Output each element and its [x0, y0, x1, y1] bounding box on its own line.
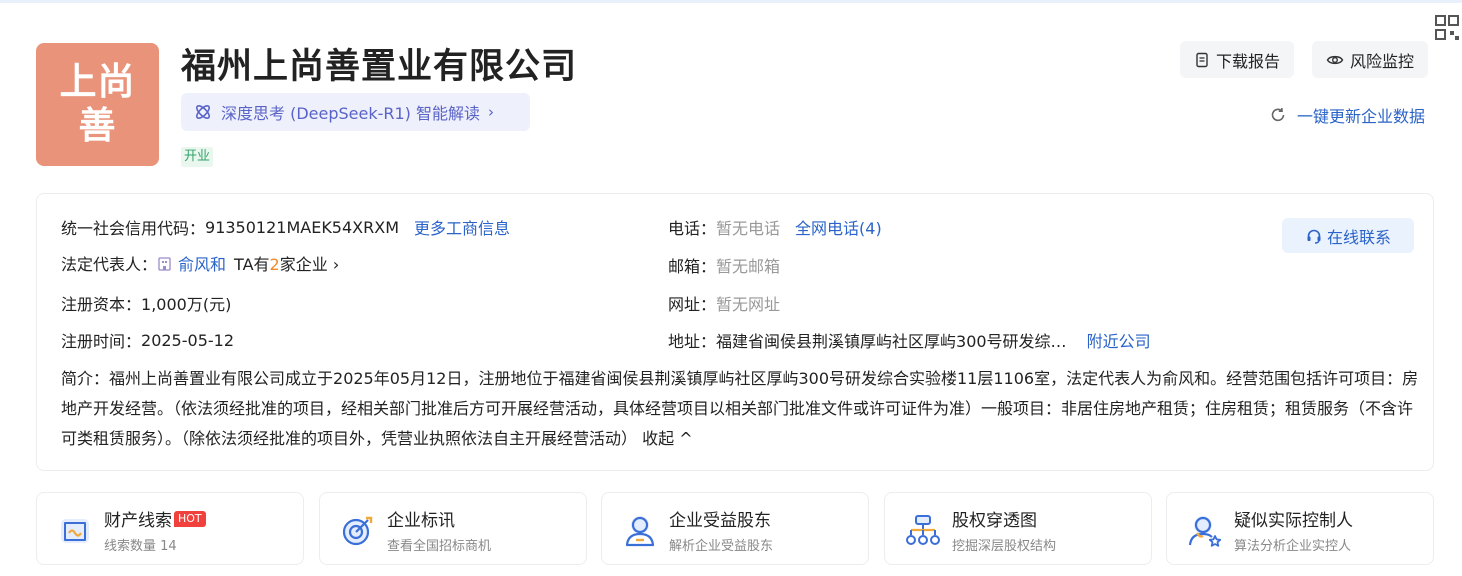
org-chart-icon — [906, 515, 940, 545]
legal-rep-row: 法定代表人： 俞风和 TA有2家企业 › — [61, 251, 339, 275]
online-contact-button[interactable]: 在线联系 — [1282, 218, 1414, 253]
phone-label: 电话： — [668, 219, 717, 238]
wallet-icon — [61, 519, 89, 543]
feature-card-beneficial-owners[interactable]: 企业受益股东 解析企业受益股东 — [601, 492, 869, 565]
feature-title: 企业标讯 — [387, 511, 455, 531]
qr-code-icon[interactable] — [1434, 14, 1462, 44]
risk-monitor-label: 风险监控 — [1350, 51, 1415, 71]
logo-text-line1: 上尚 — [59, 60, 136, 103]
document-icon — [1196, 52, 1208, 67]
feature-card-equity-chart[interactable]: 股权穿透图 挖掘深层股权结构 — [884, 492, 1152, 565]
download-report-label: 下载报告 — [1216, 51, 1281, 71]
company-name: 福州上尚善置业有限公司 — [181, 47, 578, 87]
ai-sparkle-icon — [196, 105, 210, 119]
ta-suffix: 家企业 — [279, 255, 328, 274]
feature-title: 财产线索 HOT — [104, 506, 206, 531]
reg-time-label: 注册时间： — [61, 332, 142, 351]
chevron-right-icon: › — [332, 255, 340, 274]
intro-text: 福州上尚善置业有限公司成立于2025年05月12日，注册地位于福建省闽侯县荆溪镇… — [61, 369, 1419, 448]
chevron-right-icon: › — [488, 103, 495, 121]
legal-rep-link[interactable]: 俞风和 — [178, 251, 226, 275]
ta-prefix: TA有 — [234, 255, 270, 274]
target-icon — [342, 516, 373, 546]
reg-time-row: 注册时间： 2025-05-12 — [61, 328, 234, 352]
building-icon — [158, 256, 171, 271]
feature-subtitle: 挖掘深层股权结构 — [952, 539, 1057, 554]
capital-value: 1,000万(元) — [141, 295, 232, 314]
phone-value: 暂无电话 — [716, 219, 781, 238]
feature-title: 企业受益股东 — [669, 511, 771, 531]
reg-time-value: 2025-05-12 — [141, 330, 234, 350]
person-icon — [625, 516, 655, 547]
feature-subtitle: 算法分析企业实控人 — [1234, 539, 1352, 554]
related-companies-link[interactable]: TA有2家企业 › — [234, 251, 339, 275]
capital-row: 注册资本： 1,000万(元) — [61, 291, 231, 315]
credit-code-row: 统一社会信用代码： 91350121MAEK54XRXM 更多工商信息 — [61, 215, 510, 239]
feature-title: 疑似实际控制人 — [1234, 511, 1353, 531]
feature-title-text: 财产线索 — [104, 511, 172, 531]
ai-link-label: 深度思考 (DeepSeek-R1) 智能解读 — [221, 104, 481, 123]
collapse-button[interactable]: 收起 ^ — [642, 429, 693, 448]
address-value: 福建省闽侯县荆溪镇厚屿社区厚屿300号研发综… — [716, 332, 1067, 351]
download-report-button[interactable]: 下载报告 — [1180, 41, 1295, 78]
phone-row: 电话： 暂无电话 全网电话(4) — [668, 215, 882, 239]
refresh-data-label: 一键更新企业数据 — [1297, 107, 1426, 126]
more-business-info-link[interactable]: 更多工商信息 — [414, 215, 510, 239]
risk-monitor-button[interactable]: 风险监控 — [1312, 41, 1429, 78]
company-logo: 上尚 善 — [36, 43, 159, 166]
chevron-up-icon: ^ — [679, 429, 693, 448]
refresh-data-link[interactable]: 一键更新企业数据 — [1269, 103, 1425, 127]
website-value: 暂无网址 — [716, 295, 781, 314]
logo-text-line2: 善 — [78, 104, 117, 147]
legal-rep-label: 法定代表人： — [61, 255, 158, 274]
top-divider — [0, 0, 1462, 3]
capital-label: 注册资本： — [61, 295, 142, 314]
feature-subtitle: 解析企业受益股东 — [669, 539, 774, 554]
email-label: 邮箱： — [668, 257, 717, 276]
nearby-companies-link[interactable]: 附近公司 — [1087, 328, 1151, 352]
website-row: 网址： 暂无网址 — [668, 291, 780, 315]
intro-label: 简介： — [61, 369, 110, 388]
hot-badge: HOT — [174, 510, 206, 527]
address-row: 地址： 福建省闽侯县荆溪镇厚屿社区厚屿300号研发综… 附近公司 — [668, 328, 1151, 352]
credit-code-value: 91350121MAEK54XRXM — [205, 217, 400, 237]
feature-card-bidding[interactable]: 企业标讯 查看全国招标商机 — [319, 492, 587, 565]
credit-code-label: 统一社会信用代码： — [61, 219, 206, 238]
headset-icon — [1307, 229, 1321, 244]
ta-count: 2 — [269, 255, 280, 274]
status-badge: 开业 — [181, 147, 214, 167]
feature-card-asset-clues[interactable]: 财产线索 HOT 线索数量 14 — [36, 492, 304, 565]
email-row: 邮箱： 暂无邮箱 — [668, 253, 780, 277]
person-star-icon — [1188, 516, 1222, 547]
ai-analysis-link[interactable]: 深度思考 (DeepSeek-R1) 智能解读 › — [181, 93, 530, 131]
company-intro: 简介：福州上尚善置业有限公司成立于2025年05月12日，注册地位于福建省闽侯县… — [61, 364, 1421, 454]
feature-card-actual-controller[interactable]: 疑似实际控制人 算法分析企业实控人 — [1166, 492, 1434, 565]
address-label: 地址： — [668, 332, 717, 351]
all-phones-link[interactable]: 全网电话(4) — [795, 215, 882, 239]
eye-icon — [1326, 55, 1344, 64]
feature-subtitle: 查看全国招标商机 — [387, 539, 492, 554]
feature-subtitle: 线索数量 14 — [104, 539, 177, 554]
website-label: 网址： — [668, 295, 717, 314]
email-value: 暂无邮箱 — [716, 257, 781, 276]
refresh-icon — [1271, 107, 1285, 122]
online-contact-label: 在线联系 — [1326, 227, 1391, 247]
feature-title: 股权穿透图 — [952, 511, 1037, 531]
collapse-label: 收起 — [642, 429, 675, 448]
